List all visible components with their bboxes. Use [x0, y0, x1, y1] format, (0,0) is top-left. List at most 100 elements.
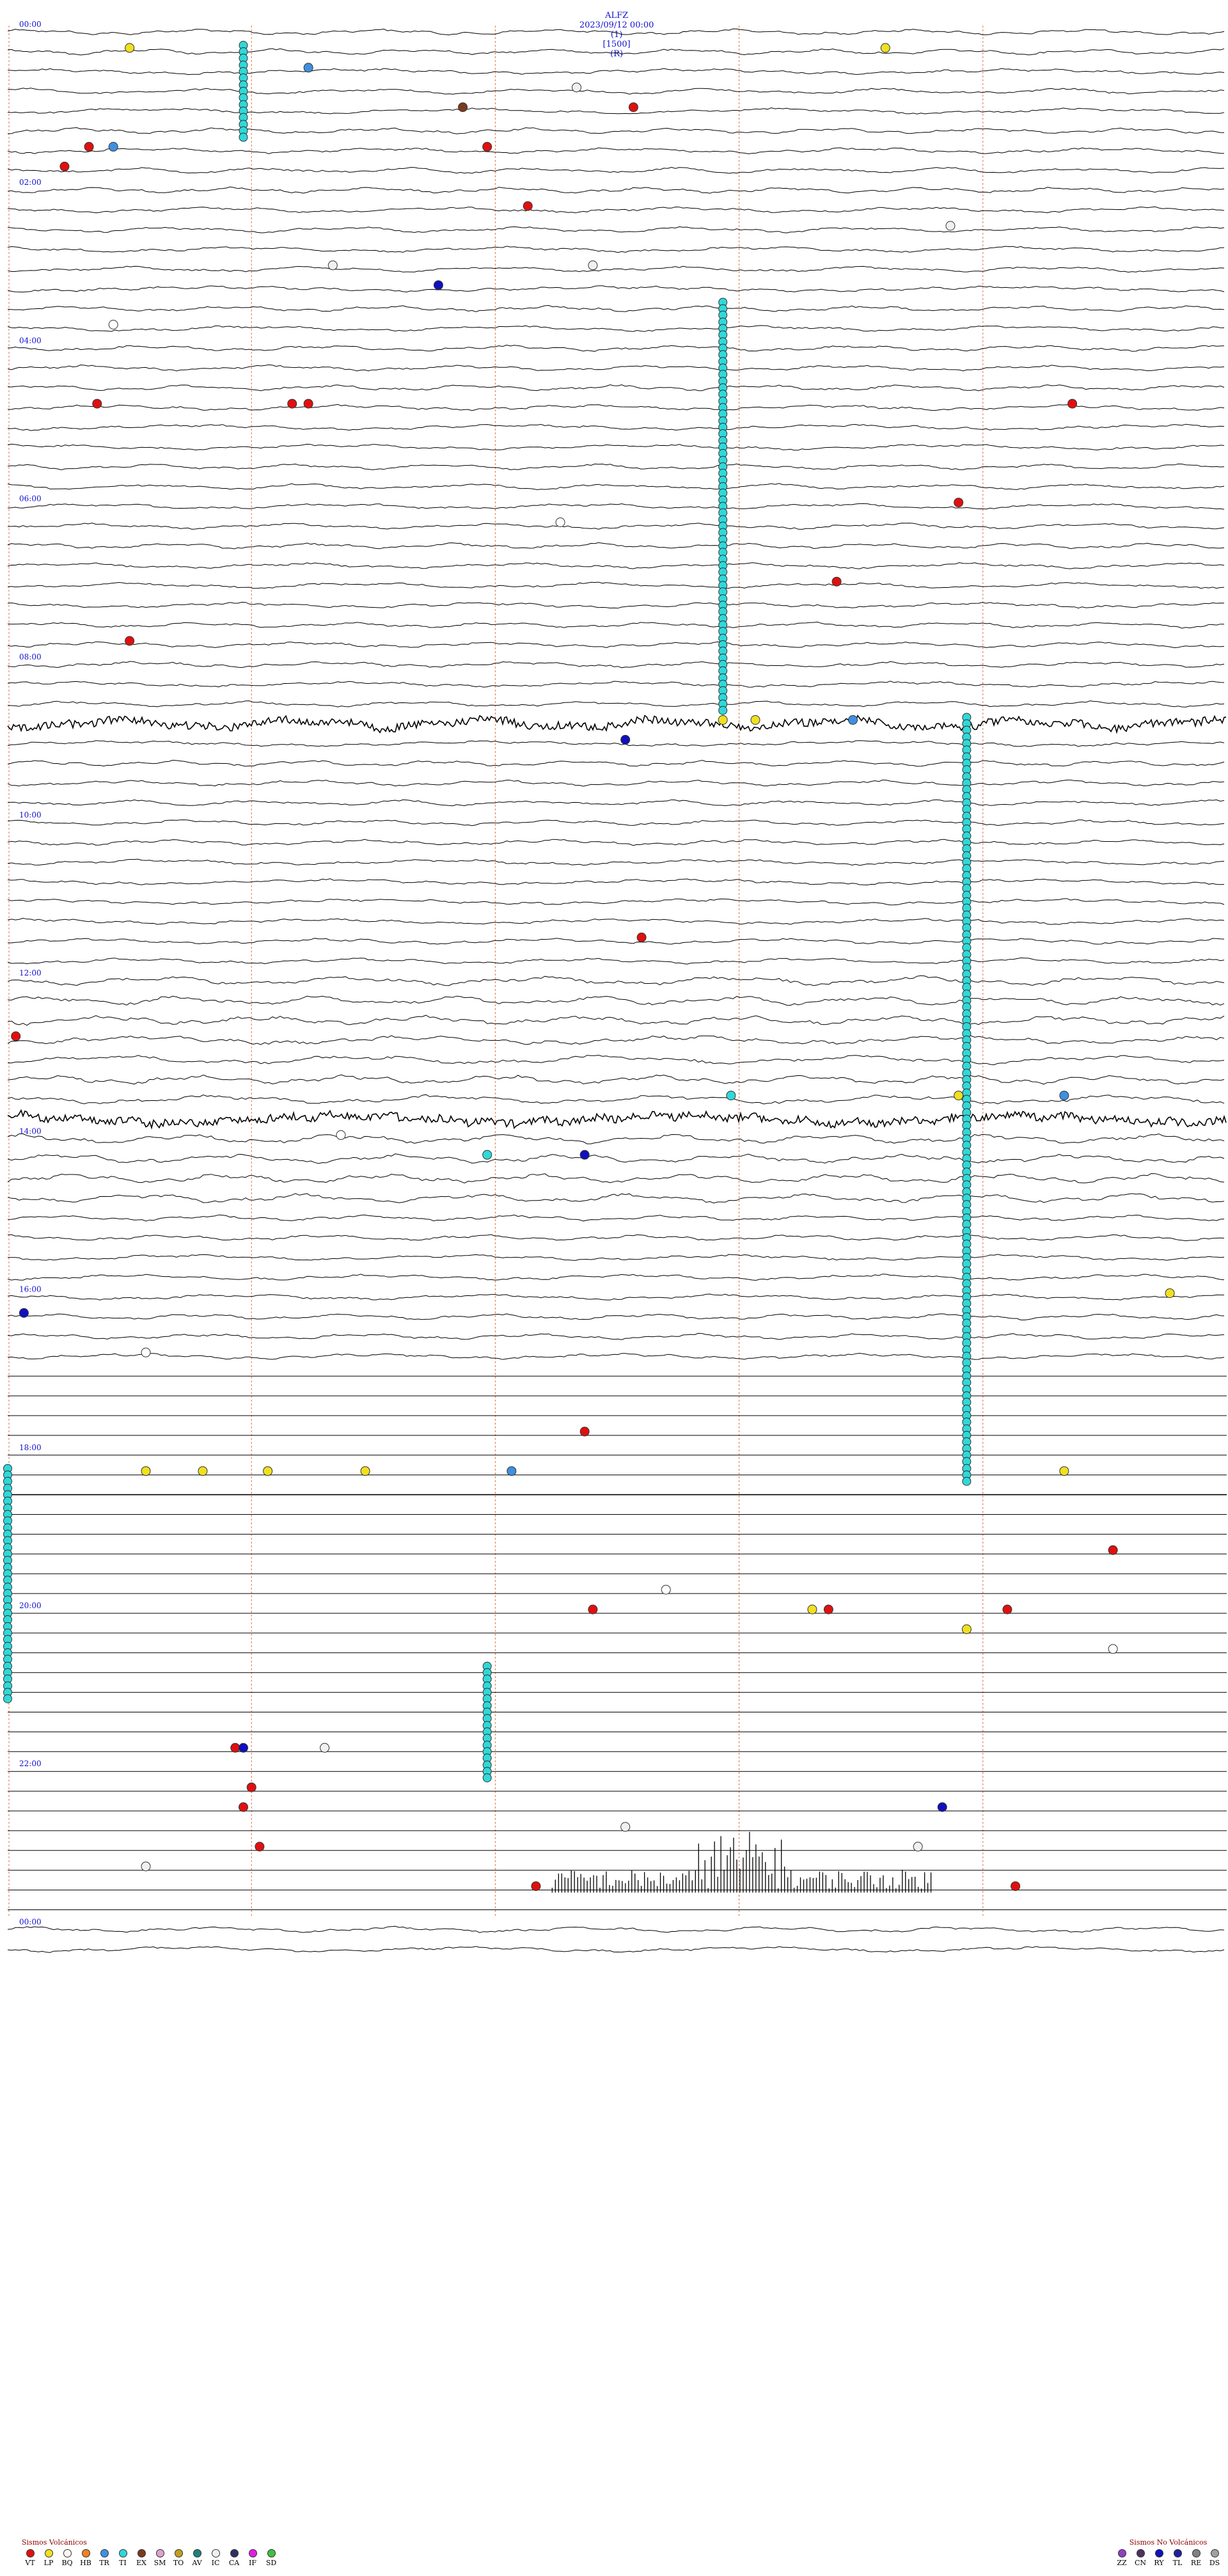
- legend-non-volcanic-item-tl: TL: [1169, 2549, 1186, 2567]
- event-marker-ry: [579, 1150, 590, 1160]
- hour-label: 20:00: [19, 1601, 42, 1610]
- hour-label: 04:00: [19, 336, 42, 345]
- trace-row: [7, 819, 1225, 826]
- trace-row: [7, 995, 1225, 1006]
- trace-row: [7, 681, 1225, 688]
- trace-row: [7, 799, 1225, 807]
- trace-row: [7, 463, 1225, 471]
- legend-volcanic-item-sm: SM: [152, 2549, 168, 2567]
- event-marker-lp: [718, 715, 728, 725]
- hour-label: 10:00: [19, 810, 42, 819]
- event-marker-vt: [287, 399, 297, 409]
- hour-label: 12:00: [19, 968, 42, 977]
- legend-volcanic-label-bq: BQ: [61, 2559, 73, 2567]
- trace-row: [7, 1254, 1225, 1261]
- event-marker-vt: [11, 1031, 21, 1041]
- trace-row: [7, 1133, 1225, 1144]
- legend-volcanic-item-vt: VT: [22, 2549, 38, 2567]
- event-marker-be: [336, 1130, 346, 1140]
- trace-row: [7, 562, 1225, 569]
- trace-row: [7, 88, 1225, 95]
- legend-non-volcanic-item-cn: CN: [1132, 2549, 1149, 2567]
- trace-row: [7, 975, 1225, 986]
- trace-row: [7, 839, 1225, 846]
- trace-row: [7, 641, 1225, 649]
- legend-volcanic-dot-lp: [44, 2549, 53, 2557]
- trace-row: [7, 1234, 1225, 1242]
- event-marker-ex: [458, 102, 468, 113]
- event-marker-vt: [482, 141, 492, 152]
- event-marker-be: [555, 518, 565, 527]
- legend-volcanic-item-hb: HB: [77, 2549, 94, 2567]
- legend-volcanic-label-vt: VT: [25, 2559, 35, 2567]
- hour-label: 16:00: [19, 1285, 42, 1294]
- trace-row: [7, 700, 1225, 707]
- trace-row: [7, 523, 1225, 530]
- legend-volcanic-dot-vt: [26, 2549, 35, 2557]
- event-marker-vt: [1002, 1604, 1012, 1615]
- event-marker-vt: [303, 399, 313, 409]
- trace-row: [7, 265, 1225, 273]
- event-marker-tr: [1059, 1091, 1069, 1101]
- event-marker-vt: [1108, 1545, 1118, 1555]
- legend-non-volcanic-label-ry: RY: [1154, 2559, 1164, 2567]
- trace-row: [7, 364, 1225, 372]
- event-marker-vt: [1011, 1881, 1021, 1892]
- trace-row: [7, 1153, 1225, 1164]
- event-marker-vt: [1067, 399, 1078, 409]
- trace-row: [7, 1293, 1224, 1300]
- legend-non-volcanic-title: Sismos No Volcánicos: [1129, 2538, 1208, 2547]
- legend-volcanic-items: VT LP BQ HB TR TI EX SM TO AV IC CA IF SD: [22, 2549, 279, 2567]
- hour-label: 22:00: [19, 1759, 42, 1768]
- legend-volcanic-label-if: IF: [249, 2559, 256, 2567]
- event-marker-lp: [1165, 1288, 1175, 1299]
- trace-row: [7, 779, 1225, 787]
- legend-volcanic-dot-if: [248, 2549, 257, 2557]
- legend-volcanic-label-sd: SD: [265, 2559, 277, 2567]
- event-marker-lp: [125, 43, 135, 53]
- event-marker-vt: [255, 1842, 265, 1852]
- event-marker-vt: [523, 201, 533, 211]
- event-marker-ic: [620, 1822, 631, 1832]
- legend-non-volcanic-label-ds: DS: [1209, 2559, 1220, 2567]
- legend-non-volcanic-dot-ry: [1154, 2549, 1163, 2557]
- trace-row: [7, 1074, 1225, 1085]
- event-marker-tr: [108, 141, 118, 152]
- trace-row: [7, 542, 1225, 549]
- legend-non-volcanic-label-cn: CN: [1134, 2559, 1147, 2567]
- event-marker-ic: [320, 1742, 330, 1753]
- event-marker-vt: [531, 1881, 541, 1892]
- event-marker-tr: [847, 715, 858, 725]
- trace-row: [7, 1094, 1225, 1105]
- legend-volcanic-item-lp: LP: [40, 2549, 57, 2567]
- event-marker-vt: [954, 498, 964, 508]
- event-marker-vt: [125, 636, 135, 646]
- event-marker-lp: [198, 1466, 208, 1476]
- legend-non-volcanic-dot-tl: [1173, 2549, 1182, 2557]
- event-marker-ti: [482, 1773, 492, 1783]
- hour-label: 06:00: [19, 494, 42, 503]
- trace-row: [7, 1214, 1225, 1222]
- legend-volcanic-dot-tr: [100, 2549, 109, 2557]
- legend-volcanic-dot-hb: [81, 2549, 90, 2557]
- hour-label: 00:00: [19, 1917, 42, 1926]
- event-marker-be: [661, 1584, 671, 1595]
- legend-non-volcanic-dot-re: [1192, 2549, 1200, 2557]
- trace-row: [7, 1173, 1225, 1184]
- trace-row: [7, 147, 1225, 155]
- trace-row: [7, 285, 1225, 293]
- event-marker-be: [141, 1347, 151, 1357]
- trace-row: [7, 957, 1225, 965]
- event-marker-ic: [327, 260, 338, 271]
- legend-volcanic-item-if: IF: [244, 2549, 261, 2567]
- event-marker-ic: [141, 1861, 151, 1872]
- trace-row: [7, 1109, 1227, 1130]
- trace-row: [7, 423, 1225, 431]
- event-marker-vt: [831, 576, 842, 587]
- legend-volcanic-dot-sm: [155, 2549, 164, 2557]
- trace-row: [7, 601, 1225, 609]
- legend-non-volcanic-items: ZZ CN RY TL RE DS: [1114, 2549, 1223, 2567]
- trace-row: [7, 1946, 1225, 1953]
- event-marker-lp: [360, 1466, 370, 1476]
- event-marker-ic: [571, 83, 581, 93]
